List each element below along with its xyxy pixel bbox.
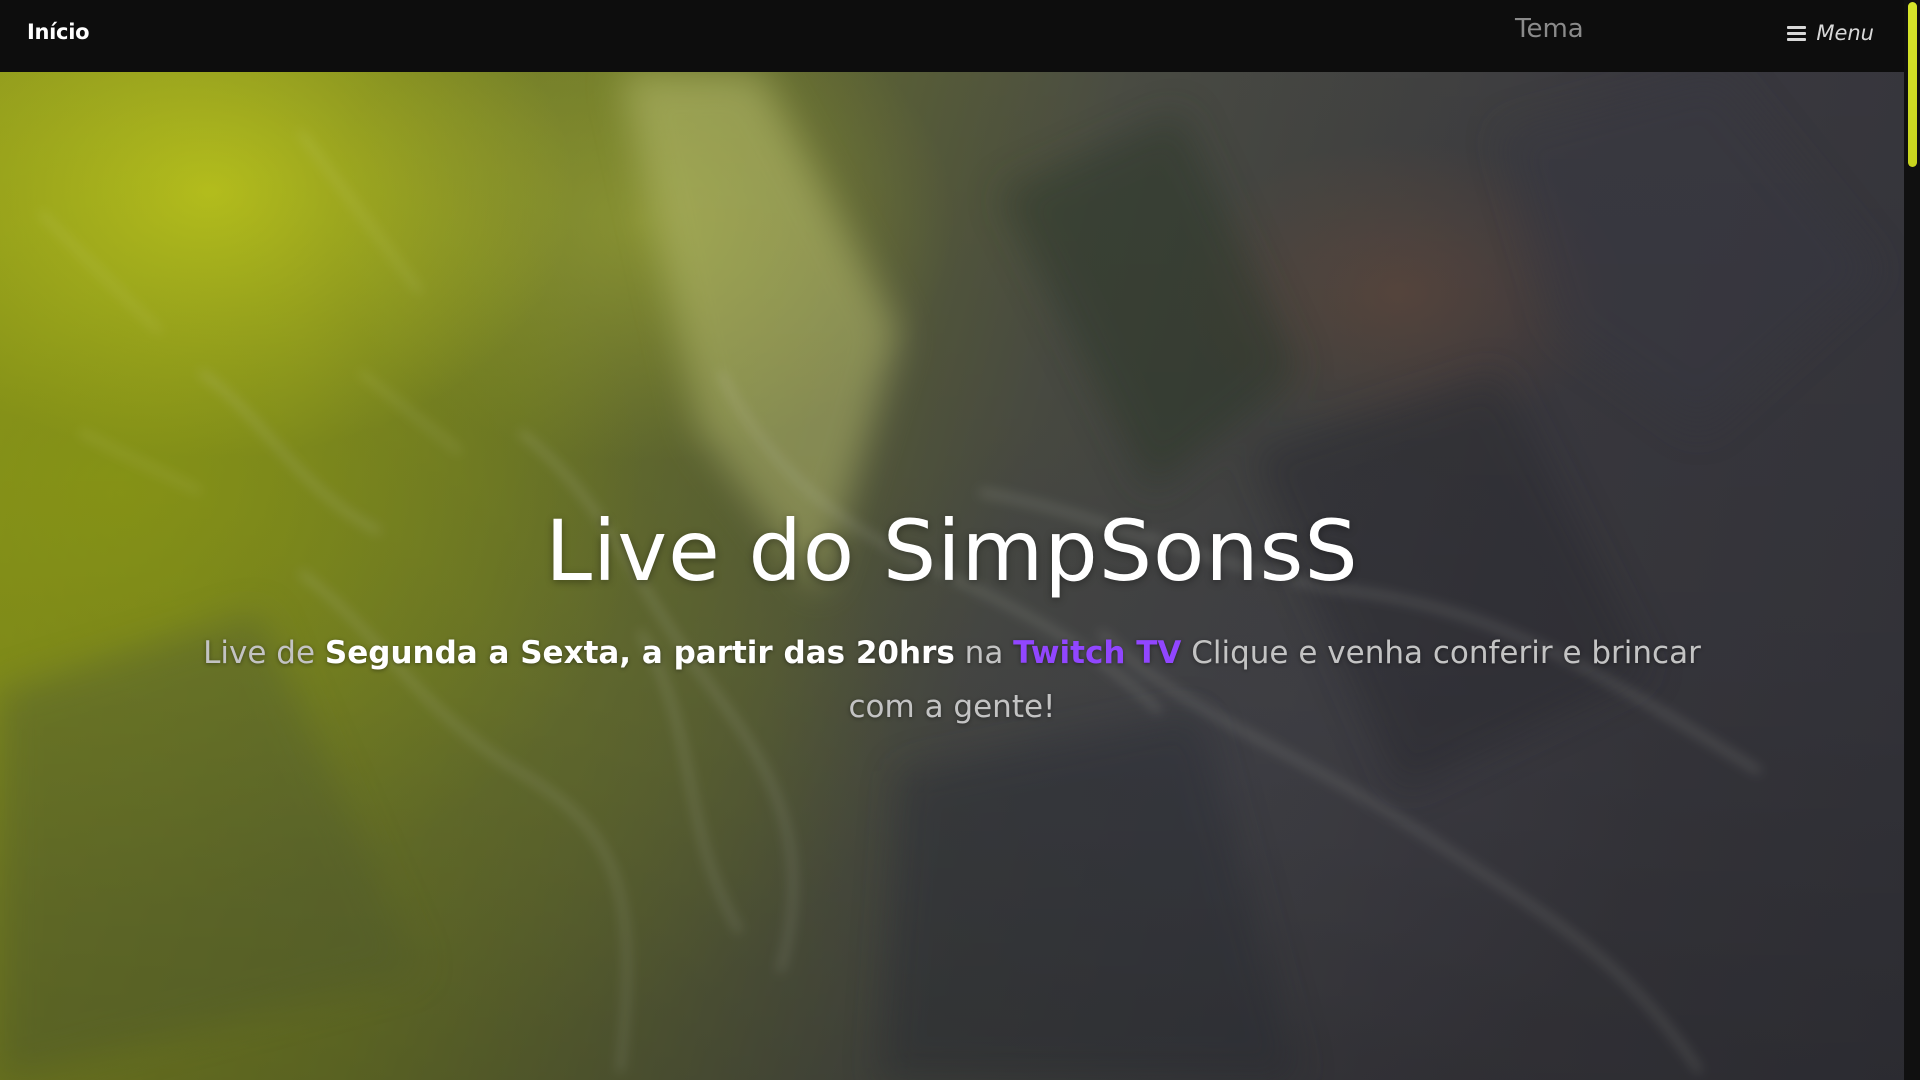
page: Início Tema Menu Live do SimpSonsS Live … (0, 0, 1920, 1080)
hero-section: Live do SimpSonsS Live de Segunda a Sext… (0, 72, 1904, 1080)
scrollbar-thumb[interactable] (1908, 2, 1917, 167)
hero-content: Live do SimpSonsS Live de Segunda a Sext… (0, 502, 1904, 734)
scrollbar[interactable] (1904, 0, 1920, 1080)
top-navbar: Início Tema Menu (0, 0, 1904, 72)
schedule-highlight: Segunda a Sexta, a partir das 20hrs (324, 635, 955, 671)
hamburger-icon (1787, 25, 1807, 41)
hero-title: Live do SimpSonsS (545, 502, 1359, 600)
subtitle-text-2: na (954, 635, 1014, 671)
twitch-link[interactable]: Twitch TV (1013, 635, 1181, 671)
nav-home-link[interactable]: Início (27, 20, 90, 44)
hero-subtitle: Live de Segunda a Sexta, a partir das 20… (172, 626, 1732, 734)
theme-toggle[interactable]: Tema (1515, 14, 1584, 44)
subtitle-text-1: Live de (203, 635, 325, 671)
menu-label: Menu (1816, 21, 1874, 45)
menu-button[interactable]: Menu (1787, 21, 1874, 45)
